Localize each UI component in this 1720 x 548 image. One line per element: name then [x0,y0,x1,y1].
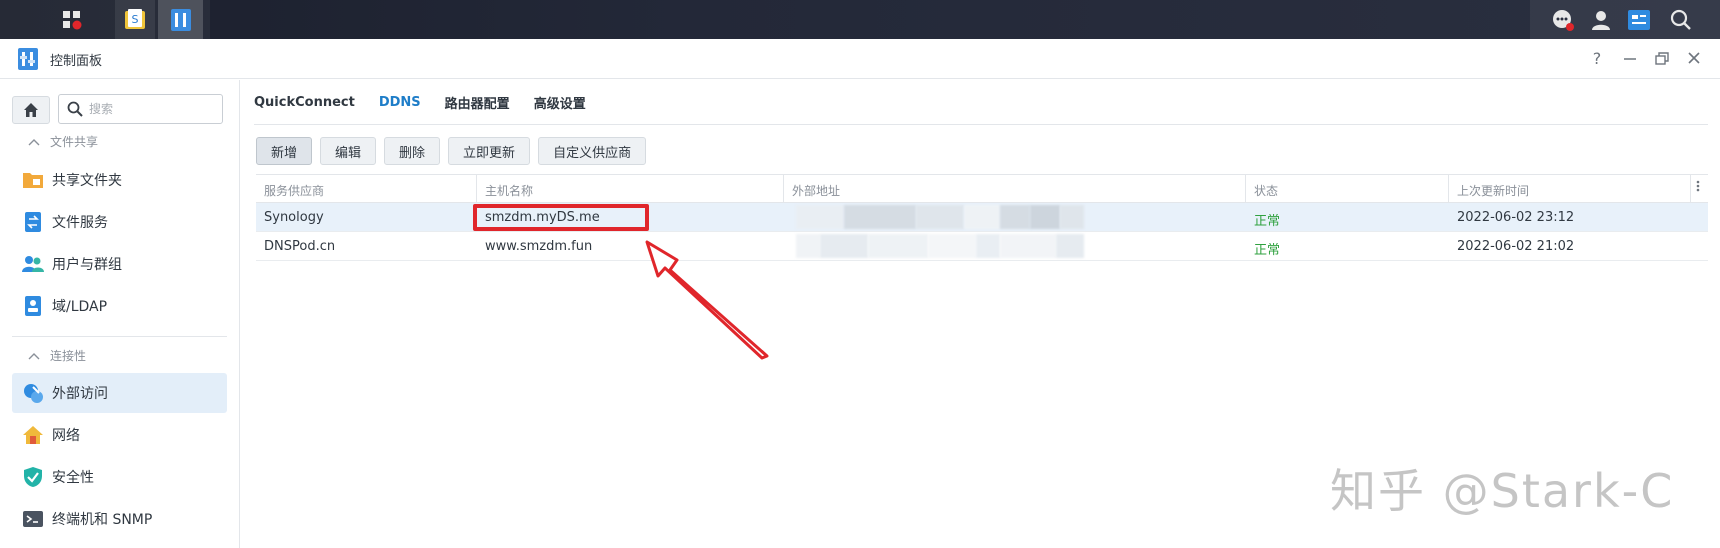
sidebar-item-users-groups[interactable]: 用户与群组 [12,244,227,284]
cell-hostname: www.smzdm.fun [485,239,593,254]
widgets-icon[interactable] [1623,0,1655,39]
column-header-external-address[interactable]: 外部地址 [792,182,840,199]
column-separator[interactable] [476,175,477,203]
sidebar: 文件共享 共享文件夹 文件服务 用户与群组 域/LDAP 连接性 外部访问 [0,80,240,548]
column-separator[interactable] [1448,175,1449,203]
sidebar-search[interactable] [58,94,223,124]
sidebar-divider [12,336,227,337]
tab-bar: QuickConnect DDNS 路由器配置 高级设置 [254,80,586,124]
update-now-button[interactable]: 立即更新 [448,137,531,165]
sidebar-item-shared-folder[interactable]: 共享文件夹 [12,160,227,200]
security-icon [22,466,44,488]
chevron-up-icon [28,138,40,145]
home-button[interactable] [12,96,50,124]
package-center-icon[interactable]: S [115,0,155,39]
tabs-divider [254,124,1708,125]
network-icon [22,424,44,446]
custom-provider-button[interactable]: 自定义供应商 [538,137,647,165]
search-icon [67,101,83,117]
cell-status: 正常 [1254,214,1281,229]
user-icon[interactable] [1585,0,1617,39]
column-menu-icon[interactable] [1696,178,1700,197]
tab-advanced[interactable]: 高级设置 [534,93,586,112]
home-icon [24,103,38,117]
column-header-provider[interactable]: 服务供应商 [264,182,324,199]
column-separator[interactable] [783,175,784,203]
annotation-arrow-icon [645,240,769,360]
sidebar-item-security[interactable]: 安全性 [12,457,227,497]
section-connectivity[interactable]: 连接性 [28,347,86,364]
control-panel-taskbar-icon[interactable] [158,0,203,39]
shared-folder-icon [22,169,44,191]
chat-notification-icon[interactable] [1547,0,1579,39]
column-header-status[interactable]: 状态 [1254,182,1278,199]
file-services-icon [22,211,44,233]
toolbar: 新增 编辑 删除 立即更新 自定义供应商 [256,137,647,165]
cell-last-updated: 2022-06-02 21:02 [1457,239,1575,254]
add-button[interactable]: 新增 [256,137,313,165]
cell-status: 正常 [1254,243,1281,258]
sidebar-item-file-services[interactable]: 文件服务 [12,202,227,242]
table-row[interactable]: DNSPod.cn www.smzdm.fun 正常 2022-06-02 21… [256,232,1708,261]
column-header-hostname[interactable]: 主机名称 [485,182,533,199]
section-file-sharing[interactable]: 文件共享 [28,133,98,150]
cell-provider: Synology [264,210,324,225]
svg-text:S: S [132,13,139,26]
domain-ldap-icon [22,295,44,317]
window-titlebar: 控制面板 ? [0,39,1720,79]
search-icon[interactable] [1665,0,1697,39]
cell-last-updated: 2022-06-02 23:12 [1457,210,1575,225]
cell-provider: DNSPod.cn [264,239,336,254]
chevron-up-icon [28,352,40,359]
tab-router-config[interactable]: 路由器配置 [445,93,510,112]
sidebar-item-external-access[interactable]: 外部访问 [12,373,227,413]
column-separator[interactable] [1245,175,1246,203]
edit-button[interactable]: 编辑 [320,137,377,165]
column-separator[interactable] [1690,175,1691,203]
window-title: 控制面板 [50,54,103,69]
sidebar-item-domain-ldap[interactable]: 域/LDAP [12,286,227,326]
tab-ddns[interactable]: DDNS [379,95,421,110]
restore-icon[interactable] [1652,49,1672,69]
minimize-icon[interactable] [1620,49,1640,69]
column-header-last-updated[interactable]: 上次更新时间 [1457,182,1529,199]
watermark: 知乎 @Stark-C [1330,464,1675,518]
tab-quickconnect[interactable]: QuickConnect [254,95,355,110]
close-icon[interactable] [1684,49,1704,69]
taskbar: S [0,0,1720,39]
delete-button[interactable]: 删除 [384,137,441,165]
main-menu-icon[interactable] [52,0,92,39]
sidebar-item-network[interactable]: 网络 [12,415,227,455]
annotation-highlight-box [473,204,649,231]
sidebar-item-terminal-snmp[interactable]: 终端机和 SNMP [12,499,227,539]
search-input[interactable] [89,100,214,118]
users-groups-icon [22,253,44,275]
terminal-snmp-icon [22,508,44,530]
table-header: 服务供应商 主机名称 外部地址 状态 上次更新时间 [256,174,1708,203]
control-panel-icon [16,47,40,71]
external-access-icon [22,382,44,404]
help-icon[interactable]: ? [1587,49,1607,69]
